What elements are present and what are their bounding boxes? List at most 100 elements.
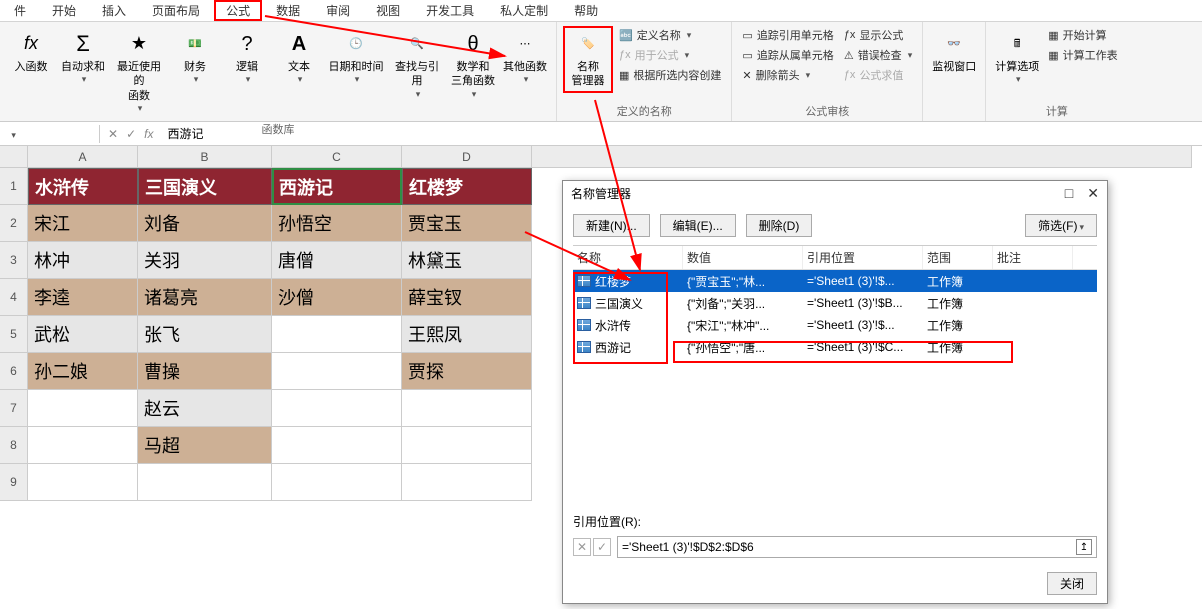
row-header[interactable]: 8 [0, 427, 28, 464]
define-name-button[interactable]: 🔤 定义名称 [615, 26, 725, 44]
row-header[interactable]: 9 [0, 464, 28, 501]
cell[interactable] [272, 427, 402, 464]
text-button[interactable]: A 文本 [274, 26, 324, 90]
remove-arrows-button[interactable]: ✕ 删除箭头 [738, 66, 837, 84]
trace-dependents-button[interactable]: ▭ 追踪从属单元格 [738, 46, 837, 64]
row-header[interactable]: 6 [0, 353, 28, 390]
cell[interactable]: 沙僧 [272, 279, 402, 316]
cell[interactable]: 贾宝玉 [402, 205, 532, 242]
cell[interactable]: 赵云 [138, 390, 272, 427]
filter-button[interactable]: 筛选(F) [1025, 214, 1097, 237]
cell[interactable]: 诸葛亮 [138, 279, 272, 316]
use-in-formula-button[interactable]: ƒx 用于公式 [615, 46, 725, 64]
name-row[interactable]: 西游记 {"孙悟空";"唐... ='Sheet1 (3)'!$C... 工作簿 [573, 336, 1097, 358]
cell[interactable]: 王熙凤 [402, 316, 532, 353]
tab-help[interactable]: 帮助 [562, 0, 610, 21]
cell[interactable]: 张飞 [138, 316, 272, 353]
range-picker-icon[interactable]: ↥ [1076, 539, 1092, 555]
trace-precedents-button[interactable]: ▭ 追踪引用单元格 [738, 26, 837, 44]
name-row[interactable]: 水浒传 {"宋江";"林冲"... ='Sheet1 (3)'!$... 工作簿 [573, 314, 1097, 336]
cell[interactable]: 李逵 [28, 279, 138, 316]
col-comment[interactable]: 批注 [993, 246, 1073, 269]
cell[interactable]: 孙二娘 [28, 353, 138, 390]
cell[interactable] [272, 316, 402, 353]
cell[interactable]: 贾探 [402, 353, 532, 390]
ref-accept-icon[interactable]: ✓ [593, 538, 611, 556]
financial-button[interactable]: 💵 财务 [170, 26, 220, 90]
cell[interactable]: 唐僧 [272, 242, 402, 279]
more-functions-button[interactable]: ⋯ 其他函数 [500, 26, 550, 90]
cell[interactable] [138, 464, 272, 501]
cell[interactable]: 林黛玉 [402, 242, 532, 279]
name-manager-button[interactable]: 🏷️ 名称 管理器 [563, 26, 613, 93]
cell[interactable]: 关羽 [138, 242, 272, 279]
tab-pagelayout[interactable]: 页面布局 [140, 0, 212, 21]
error-checking-button[interactable]: ⚠ 错误检查 [840, 46, 916, 64]
row-header[interactable]: 1 [0, 168, 28, 205]
cell[interactable]: 刘备 [138, 205, 272, 242]
cell[interactable]: 薛宝钗 [402, 279, 532, 316]
tab-custom[interactable]: 私人定制 [488, 0, 560, 21]
tab-home[interactable]: 开始 [40, 0, 88, 21]
dialog-titlebar[interactable]: 名称管理器 □ ✕ [563, 181, 1107, 206]
create-from-selection-button[interactable]: ▦ 根据所选内容创建 [615, 66, 725, 84]
tab-data[interactable]: 数据 [264, 0, 312, 21]
row-header[interactable]: 2 [0, 205, 28, 242]
refers-to-input[interactable]: ='Sheet1 (3)'!$D$2:$D$6 ↥ [617, 536, 1097, 558]
formula-input[interactable]: 西游记 [161, 123, 1202, 144]
cell[interactable] [402, 427, 532, 464]
cell[interactable] [28, 427, 138, 464]
calc-now-button[interactable]: ▦ 开始计算 [1044, 26, 1121, 44]
datetime-button[interactable]: 🕒 日期和时间 [326, 26, 386, 90]
cell[interactable]: 林冲 [28, 242, 138, 279]
close-button[interactable]: 关闭 [1047, 572, 1097, 595]
row-header[interactable]: 3 [0, 242, 28, 279]
tab-developer[interactable]: 开发工具 [414, 0, 486, 21]
new-name-button[interactable]: 新建(N)... [573, 214, 650, 237]
cancel-icon[interactable]: ✕ [108, 127, 118, 141]
cell[interactable]: 孙悟空 [272, 205, 402, 242]
cell[interactable] [272, 464, 402, 501]
autosum-button[interactable]: Σ 自动求和 [58, 26, 108, 90]
col-value[interactable]: 数值 [683, 246, 803, 269]
cell[interactable] [272, 353, 402, 390]
cell[interactable] [28, 464, 138, 501]
cell[interactable]: 三国演义 [138, 168, 272, 205]
lookup-ref-button[interactable]: 🔍 查找与引用 [388, 26, 446, 104]
row-header[interactable]: 5 [0, 316, 28, 353]
cell[interactable]: 红楼梦 [402, 168, 532, 205]
cell[interactable]: 西游记 [272, 168, 402, 205]
col-header[interactable]: C [272, 146, 402, 168]
tab-formulas[interactable]: 公式 [214, 0, 262, 21]
tab-file[interactable]: 件 [2, 0, 38, 21]
cell[interactable] [272, 390, 402, 427]
calc-sheet-button[interactable]: ▦ 计算工作表 [1044, 46, 1121, 64]
col-refersto[interactable]: 引用位置 [803, 246, 923, 269]
fx-icon[interactable]: fx [144, 127, 153, 141]
ref-cancel-icon[interactable]: ✕ [573, 538, 591, 556]
row-header[interactable]: 7 [0, 390, 28, 427]
name-box[interactable] [0, 125, 100, 143]
cell[interactable]: 武松 [28, 316, 138, 353]
select-all-corner[interactable] [0, 146, 28, 168]
name-row[interactable]: 红楼梦 {"贾宝玉";"林... ='Sheet1 (3)'!$... 工作簿 [573, 270, 1097, 292]
name-row[interactable]: 三国演义 {"刘备";"关羽... ='Sheet1 (3)'!$B... 工作… [573, 292, 1097, 314]
cell[interactable] [402, 464, 532, 501]
cell[interactable] [402, 390, 532, 427]
tab-view[interactable]: 视图 [364, 0, 412, 21]
close-icon[interactable]: ✕ [1087, 185, 1099, 202]
show-formulas-button[interactable]: ƒx 显示公式 [840, 26, 916, 44]
tab-review[interactable]: 审阅 [314, 0, 362, 21]
cell[interactable]: 宋江 [28, 205, 138, 242]
col-name[interactable]: 名称 [573, 246, 683, 269]
maximize-icon[interactable]: □ [1065, 185, 1073, 202]
calc-options-button[interactable]: 🖩 计算选项 [992, 26, 1042, 90]
cell[interactable]: 水浒传 [28, 168, 138, 205]
delete-name-button[interactable]: 删除(D) [746, 214, 813, 237]
evaluate-formula-button[interactable]: ƒx 公式求值 [840, 66, 916, 84]
tab-insert[interactable]: 插入 [90, 0, 138, 21]
col-header[interactable]: D [402, 146, 532, 168]
math-trig-button[interactable]: θ 数学和 三角函数 [448, 26, 498, 104]
col-header[interactable]: A [28, 146, 138, 168]
recent-functions-button[interactable]: ★ 最近使用的 函数 [110, 26, 168, 119]
